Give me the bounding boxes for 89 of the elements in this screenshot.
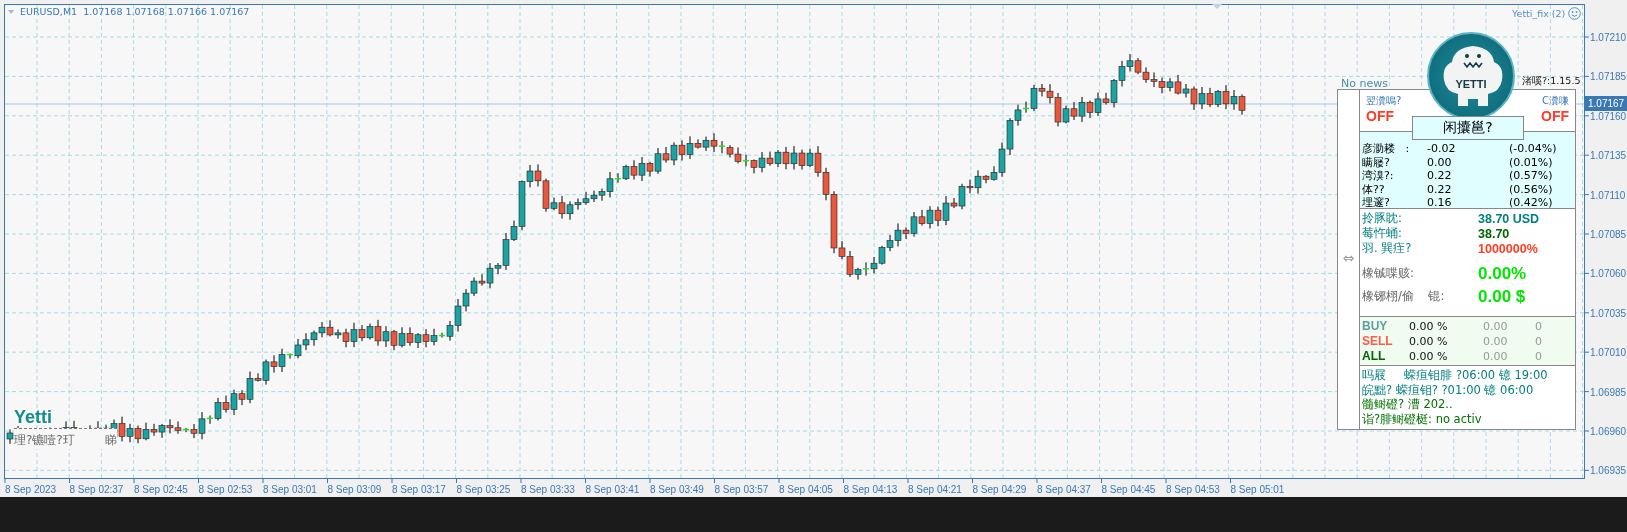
- stat-percent: (0.01%): [1509, 155, 1554, 169]
- caption-label: 理?镳噎?玎 睇: [14, 428, 118, 449]
- time-label: 8 Sep 04:13: [843, 484, 898, 495]
- info-line: 髓鲥磴? 漕 202..: [1362, 397, 1454, 412]
- price-label: 1.07210: [1590, 32, 1627, 43]
- indicator-label: Yetti_fix (2): [1512, 8, 1566, 19]
- price-label: 1.06985: [1590, 386, 1627, 398]
- trade-side: ALL: [1362, 349, 1387, 364]
- trade-percent: 0.00 %: [1409, 334, 1449, 349]
- time-label: 8 Sep 02:45: [134, 484, 188, 495]
- stat-label: 瞒屦?: [1362, 155, 1391, 169]
- time-label: 8 Sep 04:05: [779, 484, 833, 495]
- trade-percent: 0.00 %: [1409, 319, 1449, 334]
- account-label: 羽. 巽疰?: [1362, 241, 1413, 256]
- time-label: 8 Sep 03:57: [714, 484, 769, 495]
- price-label: 1.07110: [1590, 189, 1626, 201]
- time-label: 8 Sep 2023: [5, 484, 57, 495]
- logo-text: YETTI: [1455, 78, 1487, 90]
- stat-label: 埋邃?: [1362, 196, 1391, 210]
- trade-count: 0: [1535, 349, 1542, 364]
- account-label: 橡铖喋赅:: [1362, 266, 1415, 281]
- toggle-label: C瀵嗛: [1542, 94, 1569, 108]
- current-price-label: 1.07167: [1585, 96, 1627, 111]
- time-label: 8 Sep 03:33: [521, 484, 575, 495]
- info-line: 诣?腓鲥磴梃: no activ: [1362, 411, 1483, 426]
- time-label: 8 Sep 05:01: [1230, 484, 1285, 495]
- account-value: 38.70 USD: [1478, 211, 1540, 226]
- version-label: 渚嗘?:1.15.5: [1522, 75, 1581, 88]
- price-label: 1.07160: [1590, 110, 1627, 122]
- price-label: 1.07085: [1590, 229, 1627, 240]
- stat-percent: (0.57%): [1509, 169, 1554, 183]
- price-label: 1.07010: [1590, 347, 1627, 359]
- smiley-icon: [1568, 7, 1582, 20]
- brand-label: Yetti: [14, 407, 52, 428]
- time-label: 8 Sep 02:37: [69, 484, 124, 495]
- trade-percent: 0.00 %: [1409, 349, 1449, 364]
- symbol-info: EURUSD,M1 1.07168 1.07168 1.07166 1.07167: [20, 6, 250, 17]
- time-label: 8 Sep 04:21: [908, 484, 962, 495]
- price-label: 1.07035: [1590, 307, 1627, 319]
- stat-value: 0.22: [1427, 169, 1453, 183]
- trade-amount: 0.00: [1483, 349, 1509, 364]
- account-value: 0.00%: [1478, 263, 1527, 284]
- trade-amount: 0.00: [1483, 334, 1509, 349]
- triangle-icon: [8, 10, 14, 14]
- time-label: 8 Sep 03:49: [650, 484, 704, 495]
- account-value: 0.00 $: [1478, 286, 1526, 307]
- time-label: 8 Sep 04:45: [1101, 484, 1156, 495]
- time-label: 8 Sep 03:01: [263, 484, 317, 495]
- stat-value: 0.16: [1427, 196, 1453, 210]
- account-label: 橡铘栩/偷 锟:: [1362, 289, 1446, 304]
- price-label: 1.06960: [1590, 426, 1627, 437]
- account-label: 拎豚眈:: [1362, 211, 1403, 226]
- stat-label: 湾溴?:: [1362, 169, 1395, 183]
- stat-label: 彦泐耧 :: [1362, 142, 1411, 156]
- time-label: 8 Sep 03:09: [327, 484, 382, 495]
- info-line: 吗屐 蝾疸钼腓 ?06:00 镱 19:00: [1362, 368, 1549, 383]
- time-label: 8 Sep 03:25: [456, 484, 511, 495]
- toggle-value[interactable]: OFF: [1541, 108, 1569, 124]
- stat-value: 0.00: [1427, 155, 1453, 169]
- trade-side: BUY: [1362, 319, 1389, 334]
- stat-value: -0.02: [1427, 142, 1457, 156]
- account-label: 莓忤蛹:: [1362, 226, 1403, 241]
- price-label: 1.07060: [1590, 268, 1627, 280]
- price-label: 1.06935: [1590, 465, 1627, 477]
- stat-value: 0.22: [1427, 182, 1453, 196]
- trade-count: 0: [1535, 334, 1542, 349]
- time-label: 8 Sep 03:41: [585, 484, 640, 495]
- trade-side: SELL: [1362, 334, 1394, 349]
- time-label: 8 Sep 02:53: [198, 484, 253, 495]
- stat-label: 体??: [1362, 182, 1386, 196]
- stat-percent: (-0.04%): [1509, 142, 1558, 156]
- trade-count: 0: [1535, 319, 1542, 334]
- panel-title: 闲攮邕?: [1412, 116, 1524, 140]
- time-label: 8 Sep 04:53: [1166, 484, 1220, 495]
- triangle-icon: [1212, 4, 1222, 9]
- toggle-label: 翌瀵嗚?: [1366, 94, 1402, 108]
- trade-amount: 0.00: [1483, 319, 1509, 334]
- stat-percent: (0.56%): [1509, 182, 1554, 196]
- time-label: 8 Sep 04:37: [1037, 484, 1091, 495]
- toggle-value[interactable]: OFF: [1366, 108, 1402, 124]
- swap-arrows-icon[interactable]: ⇔: [1342, 249, 1355, 266]
- time-label: 8 Sep 04:29: [972, 484, 1027, 495]
- price-label: 1.07135: [1590, 150, 1627, 162]
- price-label: 1.07185: [1590, 71, 1627, 83]
- time-label: 8 Sep 03:17: [392, 484, 446, 495]
- account-value: 38.70: [1478, 226, 1510, 241]
- info-line: 皖黜? 蝾疸钼? ?01:00 镱 06:00: [1362, 382, 1535, 397]
- stat-percent: (0.42%): [1509, 196, 1554, 210]
- account-value: 1000000%: [1478, 241, 1538, 256]
